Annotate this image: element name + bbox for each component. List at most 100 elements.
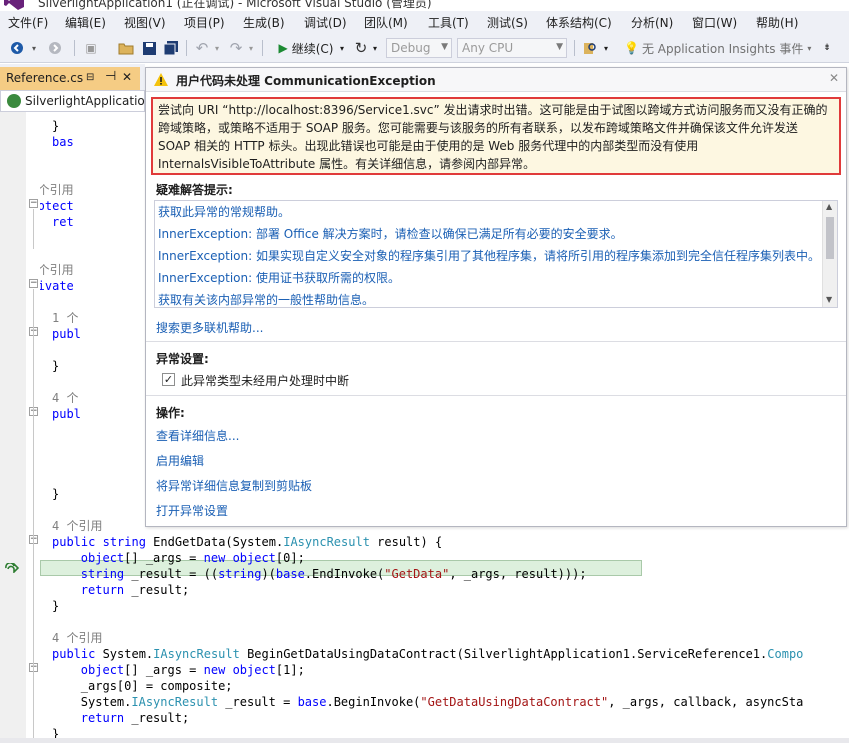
code-line: return _result; [80,583,190,597]
tip-link-office-security[interactable]: InnerException: 部署 Office 解决方案时，请检查以确保已满… [158,225,623,242]
code-line: 0 个引用 [40,183,74,197]
title-bar: SilverlightApplication1 (正在调试) - Microso… [0,0,849,11]
tips-scrollbar[interactable]: ▲ ▼ [822,201,837,307]
exception-settings-heading: 异常设置: [156,352,209,366]
project-dropdown-label: SilverlightApplication [25,94,153,108]
code-line: private [40,279,74,293]
open-folder-icon[interactable] [116,38,136,58]
break-when-unhandled-label[interactable]: 此异常类型未经用户处理时中断 [181,372,349,389]
platform-value: Any CPU [462,41,514,55]
code-line: string _result = ((string)(base.EndInvok… [80,567,587,581]
code-line: public string EndGetData(System.IAsyncRe… [52,535,443,549]
application-insights-button[interactable]: 💡 无 Application Insights 事件 ▾ [624,38,824,58]
close-icon[interactable]: ✕ [122,70,132,84]
break-when-unhandled-checkbox[interactable]: ✓ [162,373,175,386]
standard-toolbar: ▾ ▣ ↶ ▾ ↷ ▾ ▶ 继续(C) ▾ ↻ ▾ Debug ▼ Any CP… [0,33,849,63]
menu-file[interactable]: 文件(F) [8,14,48,31]
troubleshooting-tips-heading: 疑难解答提示: [156,183,233,197]
project-icon [7,94,21,108]
continue-button[interactable]: ▶ 继续(C) [270,38,342,58]
keep-tab-icon[interactable]: ⊣ [105,69,116,84]
redo-dropdown-icon[interactable]: ▾ [246,38,256,58]
code-line: } [52,359,60,373]
view-details-link[interactable]: 查看详细信息... [156,427,239,444]
code-line: 2 个引用 [40,263,74,277]
back-icon[interactable] [6,38,28,58]
document-tab-strip: Reference.cs ⊟ ⊣ ✕ [0,64,145,90]
tip-link-certificate[interactable]: InnerException: 使用证书获取所需的权限。 [158,269,400,286]
indicator-margin[interactable] [0,112,26,743]
troubleshooting-tips-list: 获取此异常的常规帮助。 InnerException: 部署 Office 解决… [154,200,838,308]
tip-link-inner-help[interactable]: 获取有关该内部异常的一般性帮助信息。 [158,291,374,308]
menu-bar: 文件(F) 编辑(E) 视图(V) 项目(P) 生成(B) 调试(D) 团队(M… [0,11,849,33]
menu-project[interactable]: 项目(P) [184,14,225,31]
horizontal-scrollbar[interactable] [0,738,849,743]
continue-label: 继续(C) [291,41,334,56]
configuration-combo[interactable]: Debug ▼ [386,38,452,58]
undo-icon[interactable]: ↶ [192,38,212,58]
redo-icon[interactable]: ↷ [226,38,246,58]
tip-link-general-help[interactable]: 获取此异常的常规帮助。 [158,203,290,220]
code-line: protect [40,199,74,213]
menu-debug[interactable]: 调试(D) [304,14,347,31]
platform-combo[interactable]: Any CPU ▼ [457,38,567,58]
menu-help[interactable]: 帮助(H) [756,14,798,31]
save-icon[interactable] [140,38,158,58]
warning-icon [154,73,168,86]
code-line: 1 个 [52,311,79,325]
lightbulb-icon: 💡 [624,41,639,55]
configuration-value: Debug [391,41,431,55]
new-project-icon[interactable]: ▣ [80,38,102,58]
restart-dropdown-icon[interactable]: ▾ [370,38,380,58]
menu-architecture[interactable]: 体系结构(C) [546,14,612,31]
code-line: object[] _args = new object[1]; [80,663,305,677]
code-line: 4 个引用 [52,519,103,533]
tab-label: Reference.cs [6,71,84,85]
code-line: System.IAsyncResult _result = base.Begin… [80,695,804,709]
find-dropdown-icon[interactable]: ▾ [601,38,611,58]
scroll-down-icon[interactable]: ▼ [826,295,832,304]
menu-view[interactable]: 视图(V) [124,14,166,31]
collapse-icon[interactable]: − [29,279,38,288]
tab-reference-cs[interactable]: Reference.cs ⊟ ⊣ ✕ [0,67,140,90]
undo-dropdown-icon[interactable]: ▾ [212,38,222,58]
open-exception-settings-link[interactable]: 打开异常设置 [156,502,228,519]
code-line: publ [52,327,81,341]
restart-icon[interactable]: ↻ [352,38,370,58]
menu-test[interactable]: 测试(S) [487,14,528,31]
pin-icon[interactable]: ⊟ [86,72,94,83]
menu-window[interactable]: 窗口(W) [692,14,737,31]
enable-editing-link[interactable]: 启用编辑 [156,452,204,469]
close-icon[interactable]: ✕ [829,71,839,85]
menu-tools[interactable]: 工具(T) [428,14,469,31]
menu-team[interactable]: 团队(M) [364,14,408,31]
scroll-up-icon[interactable]: ▲ [826,202,832,211]
find-in-files-icon[interactable] [580,38,600,58]
scroll-thumb[interactable] [826,217,834,259]
code-line: } [52,599,60,613]
continue-dropdown-icon[interactable]: ▾ [337,38,347,58]
search-online-help-link[interactable]: 搜索更多联机帮助... [156,319,263,336]
window-title: SilverlightApplication1 (正在调试) - Microso… [38,0,432,10]
forward-icon[interactable] [44,38,66,58]
menu-build[interactable]: 生成(B) [243,14,285,31]
code-line: publ [52,407,81,421]
actions-heading: 操作: [156,406,185,420]
tip-link-full-trust-assembly[interactable]: InnerException: 如果实现自定义安全对象的程序集引用了其他程序集，… [158,247,820,264]
menu-edit[interactable]: 编辑(E) [65,14,106,31]
exception-helper-popup: 用户代码未处理 CommunicationException ✕ 尝试向 URI… [145,67,847,527]
copy-details-link[interactable]: 将异常详细信息复制到剪贴板 [156,477,312,494]
menu-analyze[interactable]: 分析(N) [631,14,673,31]
save-all-icon[interactable] [162,38,180,58]
application-insights-label: 无 Application Insights 事件 [641,41,804,56]
collapse-icon[interactable]: − [29,199,38,208]
chevron-down-icon: ▼ [556,42,563,52]
exception-message: 尝试向 URI “http://localhost:8396/Service1.… [151,97,841,175]
code-line: return _result; [80,711,190,725]
chevron-down-icon: ▾ [807,43,812,53]
toolbar-overflow-icon[interactable]: ⇟ [822,38,832,58]
navigation-bar[interactable]: SilverlightApplication [0,90,152,112]
back-dropdown-icon[interactable]: ▾ [28,38,40,58]
code-line: object[] _args = new object[0]; [80,551,305,565]
code-line: ret [52,215,74,229]
